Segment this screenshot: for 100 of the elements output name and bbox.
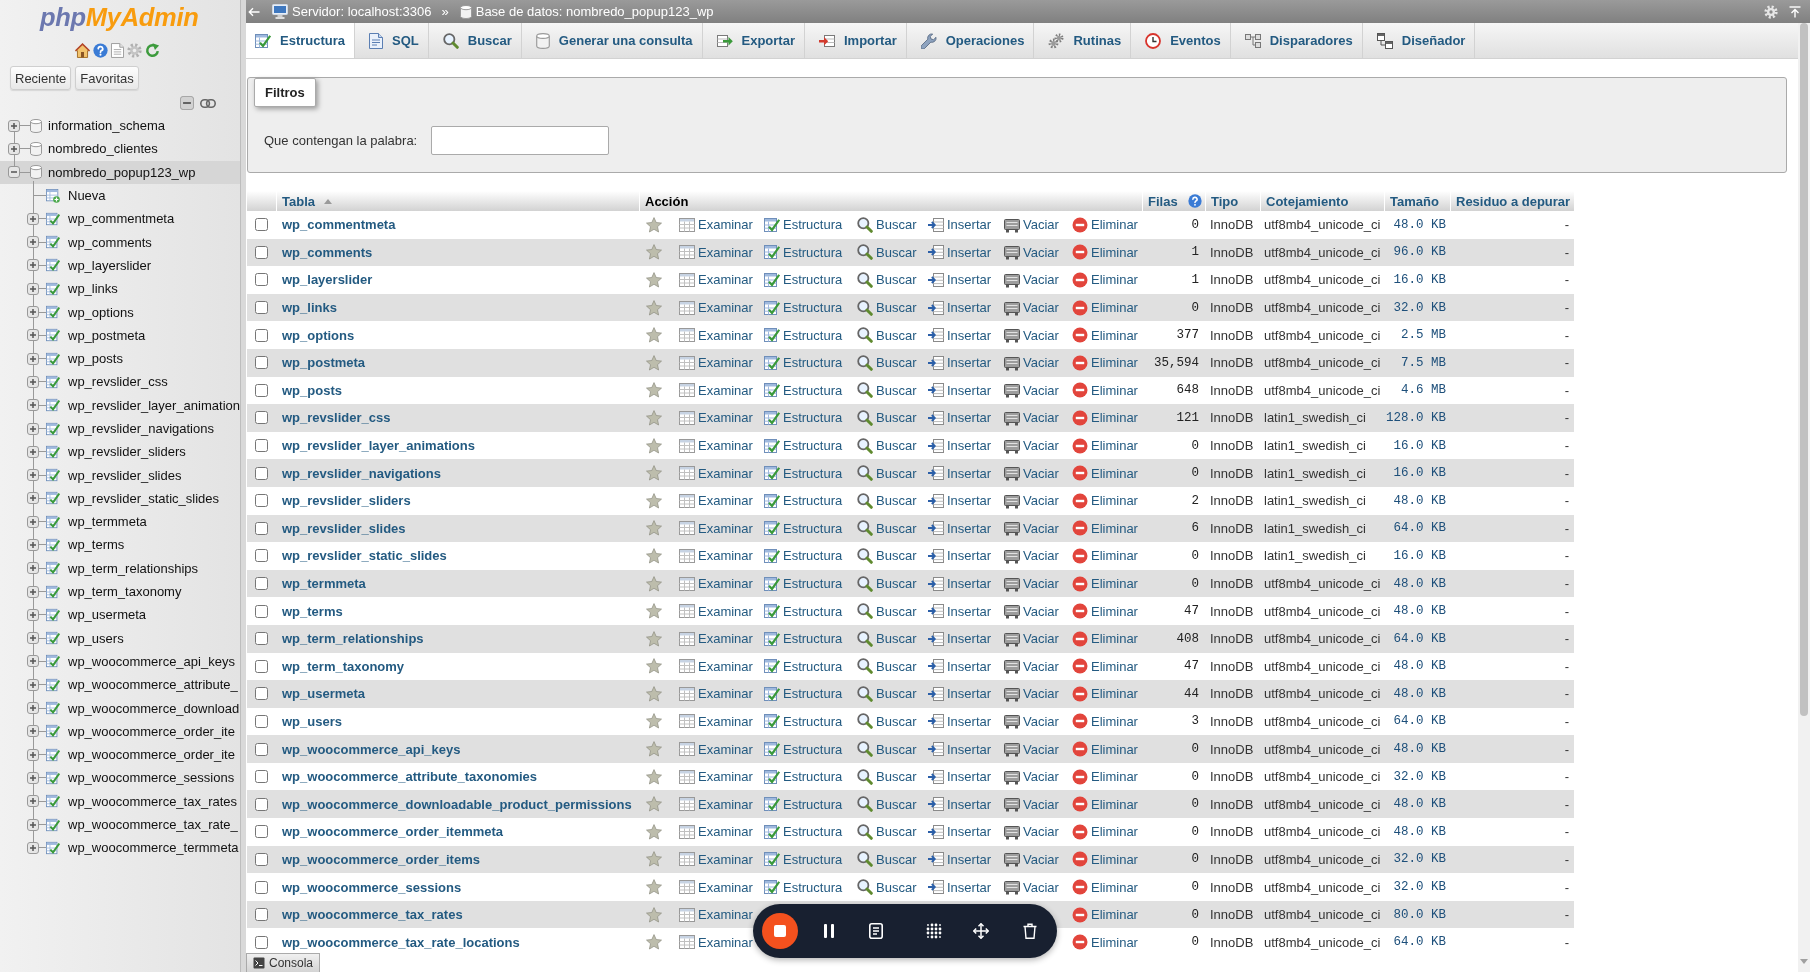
empty-link[interactable]: Vaciar — [1004, 409, 1059, 426]
help-icon[interactable] — [93, 42, 108, 58]
structure-link[interactable]: Estructura — [764, 354, 843, 371]
row-checkbox[interactable] — [255, 687, 268, 701]
row-checkbox[interactable] — [255, 797, 268, 811]
table-name-link[interactable]: wp_termmeta — [282, 576, 366, 591]
expand-icon[interactable] — [27, 282, 39, 295]
empty-link[interactable]: Vaciar — [1004, 851, 1059, 868]
search-link[interactable]: Buscar — [857, 713, 917, 730]
insert-link[interactable]: Insertar — [928, 547, 992, 564]
tab[interactable]: Generar una consulta — [521, 23, 703, 58]
search-link[interactable]: Buscar — [857, 851, 917, 868]
search-link[interactable]: Buscar — [857, 465, 917, 482]
tab[interactable]: Eventos — [1131, 23, 1231, 58]
browse-link[interactable]: Examinar — [679, 906, 753, 923]
tree-item[interactable]: wp_layerslider — [0, 253, 240, 278]
expand-icon[interactable] — [27, 632, 39, 645]
search-link[interactable]: Buscar — [857, 492, 917, 509]
tree-item[interactable]: wp_revslider_navigations — [0, 416, 240, 441]
sidebar-button[interactable]: Favoritas — [75, 66, 139, 90]
structure-link[interactable]: Estructura — [764, 796, 843, 813]
star-icon[interactable] — [646, 796, 662, 813]
empty-link[interactable]: Vaciar — [1004, 437, 1059, 454]
search-link[interactable]: Buscar — [857, 796, 917, 813]
insert-link[interactable]: Insertar — [928, 299, 992, 316]
column-header[interactable]: Tabla — [282, 193, 315, 209]
drop-link[interactable]: Eliminar — [1072, 216, 1138, 233]
table-name-link[interactable]: wp_usermeta — [282, 686, 366, 702]
search-link[interactable]: Buscar — [857, 575, 917, 592]
tree-item[interactable]: wp_woocommerce_attribute_ — [0, 673, 240, 697]
search-link[interactable]: Buscar — [857, 327, 917, 344]
search-link[interactable]: Buscar — [857, 409, 917, 426]
console-tab[interactable]: Consola — [246, 953, 321, 972]
star-icon[interactable] — [646, 741, 662, 758]
structure-link[interactable]: Estructura — [764, 244, 843, 261]
tree-item[interactable]: wp_term_relationships — [0, 556, 240, 580]
tab[interactable]: Buscar — [428, 23, 522, 58]
expand-icon[interactable] — [27, 702, 39, 715]
table-name-link[interactable]: wp_woocommerce_attribute_taxonomies — [282, 769, 538, 785]
empty-link[interactable]: Vaciar — [1004, 272, 1059, 288]
tree-item[interactable]: wp_term_taxonomy — [0, 579, 240, 604]
insert-link[interactable]: Insertar — [928, 658, 992, 675]
empty-link[interactable]: Vaciar — [1004, 823, 1059, 840]
tree-item[interactable]: wp_revslider_static_slides — [0, 486, 240, 511]
search-link[interactable]: Buscar — [857, 272, 917, 288]
row-checkbox[interactable] — [255, 301, 268, 315]
tab[interactable]: Disparadores — [1230, 23, 1363, 58]
star-icon[interactable] — [646, 823, 662, 840]
expand-icon[interactable] — [27, 375, 39, 388]
tree-item[interactable]: nombredo_clientes — [0, 137, 240, 161]
drop-link[interactable]: Eliminar — [1072, 879, 1138, 896]
star-icon[interactable] — [646, 520, 662, 537]
row-checkbox[interactable] — [255, 577, 268, 590]
structure-link[interactable]: Estructura — [764, 520, 843, 537]
tree-item[interactable]: wp_woocommerce_termmeta — [0, 836, 240, 860]
tree-item[interactable]: wp_posts — [0, 346, 240, 371]
empty-link[interactable]: Vaciar — [1004, 741, 1059, 758]
browse-link[interactable]: Examinar — [679, 768, 753, 785]
insert-link[interactable]: Insertar — [928, 327, 992, 344]
expand-icon[interactable] — [27, 655, 39, 668]
tree-item[interactable]: wp_revslider_layer_animation — [0, 393, 240, 417]
empty-link[interactable]: Vaciar — [1004, 299, 1059, 316]
row-checkbox[interactable] — [255, 549, 268, 563]
table-name-link[interactable]: wp_woocommerce_order_itemmeta — [282, 824, 504, 840]
browse-link[interactable]: Examinar — [679, 741, 753, 758]
tree-item[interactable]: wp_options — [0, 300, 240, 324]
structure-link[interactable]: Estructura — [764, 851, 843, 868]
row-checkbox[interactable] — [255, 521, 268, 535]
star-icon[interactable] — [646, 906, 662, 923]
tree-item[interactable]: wp_woocommerce_sessions — [0, 766, 240, 790]
browse-link[interactable]: Examinar — [679, 327, 753, 344]
star-icon[interactable] — [646, 713, 662, 730]
star-icon[interactable] — [646, 244, 662, 261]
search-link[interactable]: Buscar — [857, 547, 917, 564]
row-checkbox[interactable] — [255, 742, 268, 756]
search-link[interactable]: Buscar — [857, 520, 917, 537]
search-link[interactable]: Buscar — [857, 658, 917, 675]
scroll-down-icon[interactable] — [1800, 959, 1808, 964]
drop-link[interactable]: Eliminar — [1072, 796, 1138, 813]
star-icon[interactable] — [646, 768, 662, 785]
empty-link[interactable]: Vaciar — [1004, 327, 1059, 344]
table-name-link[interactable]: wp_revslider_static_slides — [282, 548, 447, 564]
expand-icon[interactable] — [27, 585, 39, 598]
column-header[interactable]: Tipo — [1211, 193, 1239, 209]
insert-link[interactable]: Insertar — [928, 851, 992, 868]
star-icon[interactable] — [646, 327, 662, 344]
back-arrow-icon[interactable] — [248, 6, 260, 17]
empty-link[interactable]: Vaciar — [1004, 603, 1059, 620]
tree-item[interactable]: wp_revslider_slides — [0, 463, 240, 487]
trash-icon[interactable] — [1023, 923, 1037, 939]
dots-grid-icon[interactable] — [926, 923, 942, 939]
arrow-up-icon[interactable] — [1789, 5, 1801, 18]
expand-icon[interactable] — [27, 492, 39, 505]
expand-icon[interactable] — [27, 818, 39, 831]
browse-link[interactable]: Examinar — [679, 382, 753, 399]
expand-icon[interactable] — [27, 212, 39, 225]
table-name-link[interactable]: wp_terms — [282, 603, 343, 619]
table-name-link[interactable]: wp_term_relationships — [282, 631, 424, 647]
table-name-link[interactable]: wp_term_taxonomy — [282, 658, 405, 674]
filter-input[interactable] — [431, 126, 610, 155]
